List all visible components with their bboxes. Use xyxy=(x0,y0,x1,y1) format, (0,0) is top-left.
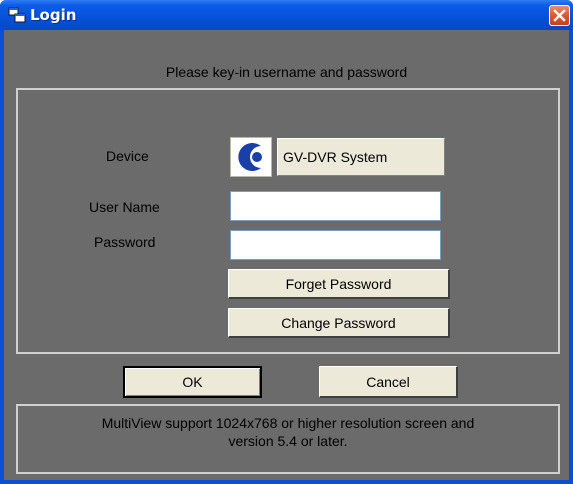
info-message: MultiView support 1024x768 or higher res… xyxy=(16,404,560,474)
windows-app-icon xyxy=(8,7,26,23)
ok-button[interactable]: OK xyxy=(123,366,262,398)
password-input[interactable] xyxy=(230,230,441,260)
window-bottom-border xyxy=(0,480,573,484)
forget-password-button[interactable]: Forget Password xyxy=(228,269,450,299)
device-field: GV-DVR System xyxy=(277,138,445,176)
close-icon xyxy=(553,9,566,22)
username-label: User Name xyxy=(89,199,160,215)
dialog-body: Please key-in username and password Devi… xyxy=(4,30,569,480)
close-button[interactable] xyxy=(549,5,570,26)
username-input[interactable] xyxy=(230,191,441,221)
device-logo xyxy=(230,137,272,177)
cancel-button[interactable]: Cancel xyxy=(319,366,458,398)
change-password-button[interactable]: Change Password xyxy=(228,308,450,338)
password-label: Password xyxy=(94,234,156,250)
info-line-1: MultiView support 1024x768 or higher res… xyxy=(101,415,475,431)
login-window: Login Please key-in username and passwor… xyxy=(0,0,573,484)
device-label: Device xyxy=(106,148,149,164)
info-line-2: version 5.4 or later. xyxy=(228,433,348,449)
geovision-logo-icon xyxy=(231,138,271,176)
window-title: Login xyxy=(30,6,77,24)
prompt-text: Please key-in username and password xyxy=(165,64,408,80)
title-bar[interactable]: Login xyxy=(0,0,573,30)
